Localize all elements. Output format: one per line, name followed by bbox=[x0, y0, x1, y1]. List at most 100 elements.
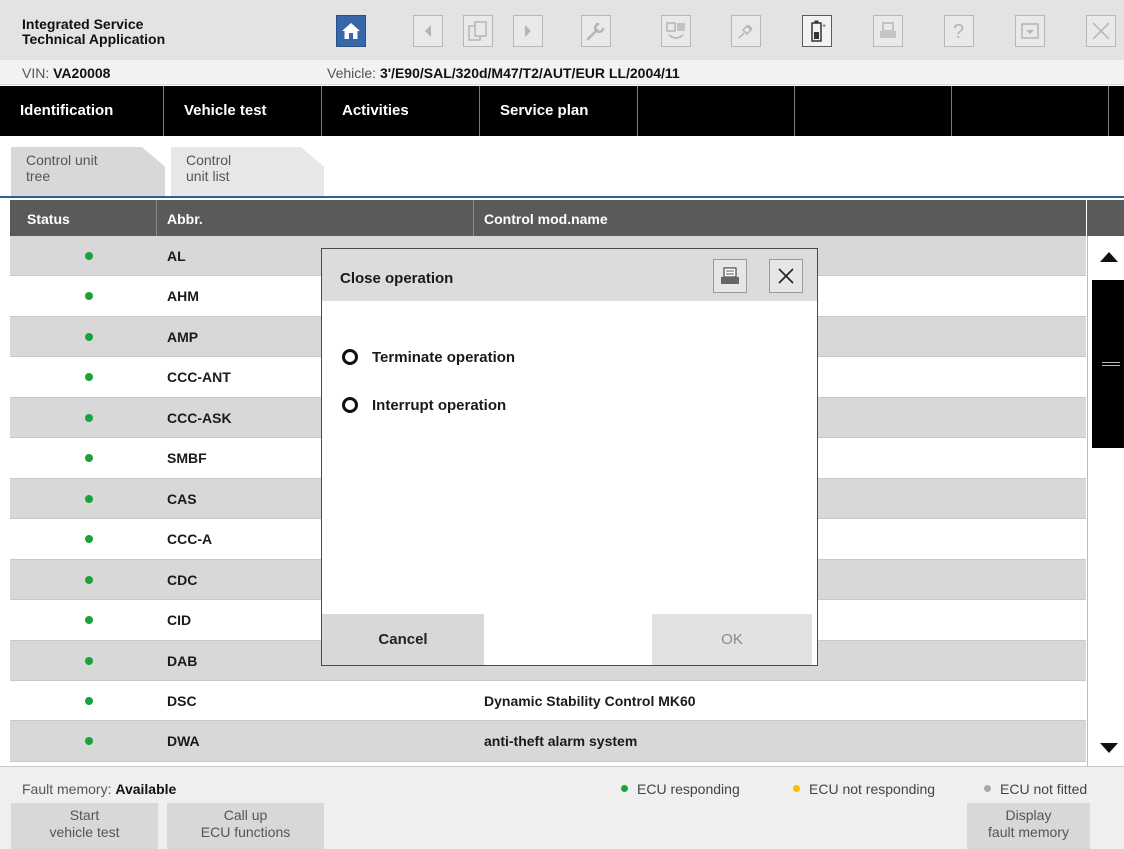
row-abbr: DWA bbox=[167, 733, 200, 750]
print-icon bbox=[880, 22, 896, 38]
vehicle-display: Vehicle: 3'/E90/SAL/320d/M47/T2/AUT/EUR … bbox=[327, 65, 680, 81]
vin-display: VIN: VA20008 bbox=[22, 65, 110, 81]
row-abbr: CAS bbox=[167, 490, 197, 507]
tab-control-unit-list[interactable]: Control unit list bbox=[171, 147, 324, 196]
home-button[interactable] bbox=[336, 15, 366, 47]
copy-button[interactable] bbox=[463, 15, 493, 47]
app-title: Integrated Service Technical Application bbox=[22, 17, 165, 47]
radio-circle-icon[interactable] bbox=[342, 349, 358, 365]
start-vehicle-test-line2: vehicle test bbox=[49, 824, 120, 840]
ok-button[interactable]: OK bbox=[652, 614, 812, 665]
table-scrollbar[interactable] bbox=[1087, 236, 1124, 766]
status-dot-icon bbox=[85, 454, 93, 463]
status-dot-icon bbox=[85, 373, 93, 382]
dialog-close-button[interactable] bbox=[769, 259, 803, 293]
status-dot-icon bbox=[85, 575, 93, 584]
dialog-header: Close operation bbox=[322, 249, 817, 301]
dialog-title: Close operation bbox=[340, 270, 454, 287]
table-row[interactable]: DWA anti-theft alarm system bbox=[10, 721, 1086, 762]
radio-terminate-operation[interactable]: Terminate operation bbox=[342, 349, 515, 366]
radio-circle-icon[interactable] bbox=[342, 397, 358, 413]
help-button[interactable]: ? bbox=[944, 15, 974, 47]
row-abbr: SMBF bbox=[167, 450, 207, 467]
dialog-print-button[interactable] bbox=[713, 259, 747, 293]
status-dot-icon bbox=[85, 252, 93, 260]
svg-text:?: ? bbox=[953, 21, 964, 43]
tab-activities[interactable]: Activities bbox=[322, 86, 480, 136]
app-header: Integrated Service Technical Application… bbox=[0, 0, 1124, 60]
tab-vehicle-test[interactable]: Vehicle test bbox=[164, 86, 322, 136]
forward-icon bbox=[525, 25, 531, 37]
tab-empty-3 bbox=[952, 86, 1109, 136]
main-nav: Identification Vehicle test Activities S… bbox=[0, 86, 1124, 136]
call-up-ecu-functions-button[interactable]: Call up ECU functions bbox=[167, 803, 324, 849]
back-icon bbox=[425, 25, 431, 37]
back-button[interactable] bbox=[413, 15, 443, 47]
tab-empty-2 bbox=[795, 86, 952, 136]
app-title-line1: Integrated Service bbox=[22, 16, 144, 32]
row-abbr: CID bbox=[167, 612, 192, 629]
radio-interrupt-label: Interrupt operation bbox=[372, 397, 507, 414]
start-vehicle-test-button[interactable]: Start vehicle test bbox=[11, 803, 158, 849]
row-abbr: AHM bbox=[167, 288, 199, 305]
tab-control-unit-tree-line1: Control unit bbox=[26, 152, 98, 168]
tab-service-plan[interactable]: Service plan bbox=[480, 86, 638, 136]
scroll-thumb[interactable] bbox=[1092, 280, 1124, 448]
scrollbar-header bbox=[1087, 200, 1124, 236]
status-dot-icon bbox=[85, 535, 93, 544]
display-fault-memory-button[interactable]: Display fault memory bbox=[967, 803, 1090, 849]
legend-ecu-not-fitted: ECU not fitted bbox=[984, 781, 1087, 797]
legend-ecu-responding-label: ECU responding bbox=[637, 781, 740, 797]
print-button[interactable] bbox=[873, 15, 903, 47]
call-up-ecu-functions-line2: ECU functions bbox=[200, 824, 291, 840]
battery-button[interactable]: + bbox=[802, 15, 832, 47]
status-dot-icon bbox=[85, 616, 93, 625]
copy-icon bbox=[468, 21, 487, 41]
legend-ecu-responding: ECU responding bbox=[621, 781, 740, 797]
row-module-name: anti-theft alarm system bbox=[484, 733, 638, 750]
scroll-up-arrow-icon[interactable] bbox=[1100, 252, 1118, 262]
row-abbr: AL bbox=[167, 248, 186, 264]
legend-ecu-not-fitted-label: ECU not fitted bbox=[1000, 781, 1088, 797]
col-divider bbox=[156, 200, 157, 236]
col-header-status: Status bbox=[27, 211, 70, 227]
row-abbr: DAB bbox=[167, 652, 198, 669]
scroll-down-arrow-icon[interactable] bbox=[1100, 743, 1118, 753]
legend-ecu-not-responding: ECU not responding bbox=[793, 781, 935, 797]
grip-icon bbox=[1102, 362, 1120, 366]
plug-button[interactable] bbox=[731, 15, 761, 47]
table-row[interactable]: DSC Dynamic Stability Control MK60 bbox=[10, 680, 1086, 722]
col-divider bbox=[473, 200, 474, 236]
radio-interrupt-operation[interactable]: Interrupt operation bbox=[342, 397, 506, 414]
status-dot-icon bbox=[85, 494, 93, 503]
help-icon: ? bbox=[953, 21, 964, 43]
vehicle-label: Vehicle: bbox=[327, 65, 377, 81]
table-header: Status Abbr. Control mod.name bbox=[10, 200, 1086, 236]
close-icon bbox=[778, 268, 794, 284]
fault-memory-label: Fault memory: bbox=[22, 781, 112, 797]
battery-icon: + bbox=[811, 20, 826, 42]
close-operation-dialog: Close operation Terminate operation Inte… bbox=[321, 248, 818, 666]
minimize-icon bbox=[1021, 23, 1039, 39]
tab-empty-1 bbox=[638, 86, 795, 136]
fault-memory-status: Fault memory: Available bbox=[22, 781, 176, 797]
col-header-abbr: Abbr. bbox=[167, 211, 203, 227]
wrench-button[interactable] bbox=[581, 15, 611, 47]
status-dot-icon bbox=[85, 737, 93, 746]
row-abbr: DSC bbox=[167, 692, 197, 709]
tab-control-unit-tree[interactable]: Control unit tree bbox=[11, 147, 165, 196]
svg-text:+: + bbox=[822, 23, 826, 30]
close-button[interactable] bbox=[1086, 15, 1116, 47]
vehicle-connect-button[interactable] bbox=[661, 15, 691, 47]
tab-identification[interactable]: Identification bbox=[0, 86, 164, 136]
status-dot-icon bbox=[85, 332, 93, 341]
grey-dot-icon bbox=[984, 785, 991, 792]
status-dot-icon bbox=[85, 413, 93, 422]
minimize-button[interactable] bbox=[1015, 15, 1045, 47]
vehicle-info-bar: VIN: VA20008 Vehicle: 3'/E90/SAL/320d/M4… bbox=[0, 60, 1124, 85]
forward-button[interactable] bbox=[513, 15, 543, 47]
row-abbr: CCC-ANT bbox=[167, 369, 231, 386]
row-module-name: Dynamic Stability Control MK60 bbox=[484, 692, 696, 709]
status-dot-icon bbox=[85, 292, 93, 301]
cancel-button[interactable]: Cancel bbox=[322, 614, 484, 665]
